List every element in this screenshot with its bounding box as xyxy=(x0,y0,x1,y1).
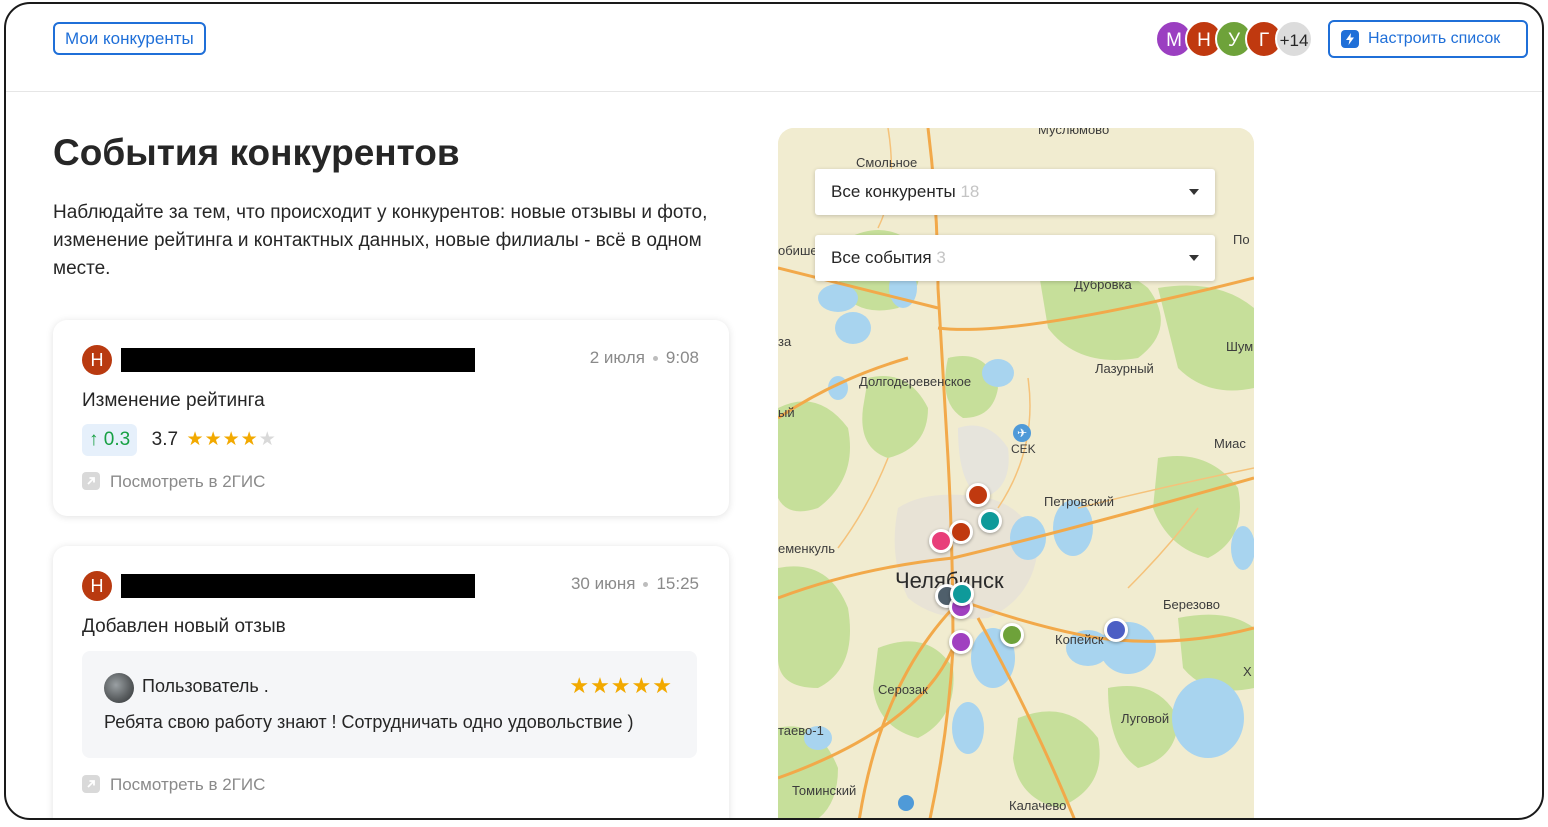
competitor-map-pin[interactable] xyxy=(1104,618,1128,642)
separator-dot xyxy=(652,356,658,362)
rating-delta-value: 0.3 xyxy=(103,429,131,450)
view-in-2gis-link[interactable]: Посмотреть в 2ГИС xyxy=(82,472,265,492)
my-competitors-button[interactable]: Мои конкуренты xyxy=(53,22,206,55)
event-date: 30 июня xyxy=(570,574,636,593)
competitors-filter-select[interactable]: Все конкуренты 18 xyxy=(815,169,1215,215)
separator-dot xyxy=(643,582,649,588)
competitors-map[interactable]: Муслюмово Смольное Дубровка обише По за … xyxy=(778,128,1254,818)
redacted-competitor-name xyxy=(121,574,475,598)
bus-stop-icon xyxy=(898,795,914,811)
redacted-competitor-name xyxy=(121,348,475,372)
competitor-map-pin[interactable] xyxy=(950,582,974,606)
view-in-2gis-label: Посмотреть в 2ГИС xyxy=(110,472,266,491)
event-card[interactable]: Н 2 июля 9:08 Изменение рейтинга ↑ 0.3 3.… xyxy=(53,320,729,516)
competitor-map-pin[interactable] xyxy=(1000,623,1024,647)
map-label: Калачево xyxy=(1009,798,1067,813)
review-preview: Пользователь . ★★★★★ Ребята свою работу … xyxy=(82,651,697,758)
map-label: еменкуль xyxy=(778,541,835,556)
view-in-2gis-label: Посмотреть в 2ГИС xyxy=(110,775,266,794)
avatars-more-badge[interactable]: +14 xyxy=(1275,20,1313,58)
event-date: 2 июля xyxy=(589,348,645,367)
map-label: ый xyxy=(778,405,795,420)
event-time: 15:25 xyxy=(656,574,699,593)
star-icon: ★ xyxy=(569,673,591,698)
star-icon: ★ xyxy=(186,429,205,450)
review-text: Ребята свою работу знают ! Сотрудничать … xyxy=(104,712,634,732)
reviewer-avatar xyxy=(104,673,134,703)
map-label: Березово xyxy=(1163,597,1220,612)
page-description: Наблюдайте за тем, что происходит у конк… xyxy=(53,202,708,279)
map-label: Смольное xyxy=(856,155,918,170)
competitor-avatar: Н xyxy=(82,345,112,375)
competitor-map-pin[interactable] xyxy=(949,630,973,654)
map-label: Копейск xyxy=(1055,632,1104,647)
competitor-map-pin[interactable] xyxy=(929,529,953,553)
competitor-map-pin[interactable] xyxy=(966,483,990,507)
event-time: 9:08 xyxy=(665,348,699,367)
map-label: Муслюмово xyxy=(1038,128,1110,137)
map-label: Шум xyxy=(1226,339,1254,354)
map-label: Петровский xyxy=(1044,494,1115,509)
setup-list-button[interactable]: Настроить список xyxy=(1328,20,1528,58)
map-label: CEK xyxy=(1011,442,1036,456)
rating-delta-badge: ↑ 0.3 xyxy=(82,424,138,456)
map-label: за xyxy=(778,334,792,349)
page-title: События конкурентов xyxy=(53,132,460,173)
map-label: Серозак xyxy=(878,682,928,697)
star-icon: ★ xyxy=(631,673,653,698)
map-label: Х xyxy=(1243,664,1252,679)
star-empty-icon: ★ xyxy=(258,429,277,450)
external-link-icon xyxy=(82,472,100,490)
map-base xyxy=(778,128,1254,818)
external-link-icon xyxy=(82,775,100,793)
map-label: Томинский xyxy=(792,783,857,798)
competitor-avatar: Н xyxy=(82,571,112,601)
app-frame: Мои конкуренты М Н У Г +14 Настроить спи… xyxy=(4,2,1544,820)
star-icon: ★ xyxy=(652,673,673,698)
review-stars: ★★★★★ xyxy=(569,673,673,699)
map-label: обише xyxy=(778,243,818,258)
map-label: таево-1 xyxy=(778,723,824,738)
competitor-avatars[interactable]: М Н У Г +14 xyxy=(1155,20,1325,58)
star-icon: ★ xyxy=(222,429,241,450)
star-icon: ★ xyxy=(610,673,632,698)
map-label: Луговой xyxy=(1121,711,1170,726)
map-label: Лазурный xyxy=(1095,361,1154,376)
reviewer-name: Пользователь . xyxy=(142,676,269,696)
competitors-filter-count: 18 xyxy=(960,182,980,201)
view-in-2gis-link[interactable]: Посмотреть в 2ГИС xyxy=(82,775,265,795)
chevron-down-icon xyxy=(1189,255,1199,261)
star-icon: ★ xyxy=(204,429,223,450)
events-filter-select[interactable]: Все события 3 xyxy=(815,235,1215,281)
events-filter-count: 3 xyxy=(936,248,946,267)
map-label: Долгодеревенское xyxy=(859,374,972,389)
star-icon: ★ xyxy=(590,673,611,698)
lightning-icon xyxy=(1341,30,1359,48)
rating-change: ↑ 0.3 3.7 ★★★★★ xyxy=(82,424,277,456)
rating-stars: ★★★★★ xyxy=(187,424,277,456)
airport-icon: ✈ xyxy=(1013,424,1031,442)
rating-value: 3.7 xyxy=(151,429,179,450)
event-datetime: 2 июля 9:08 xyxy=(590,348,699,368)
setup-list-label: Настроить список xyxy=(1368,30,1501,47)
events-filter-label: Все события xyxy=(831,248,932,267)
event-title: Изменение рейтинга xyxy=(82,390,265,411)
map-label: Миас xyxy=(1214,436,1246,451)
competitor-map-pin[interactable] xyxy=(978,509,1002,533)
event-title: Добавлен новый отзыв xyxy=(82,616,286,637)
event-card[interactable]: Н 30 июня 15:25 Добавлен новый отзыв Поль… xyxy=(53,546,729,818)
competitors-filter-label: Все конкуренты xyxy=(831,182,956,201)
event-datetime: 30 июня 15:25 xyxy=(571,574,699,594)
map-label: По xyxy=(1233,232,1250,247)
star-icon: ★ xyxy=(240,429,259,450)
arrow-up-icon: ↑ xyxy=(89,429,99,450)
chevron-down-icon xyxy=(1189,189,1199,195)
top-bar: Мои конкуренты М Н У Г +14 Настроить спи… xyxy=(6,4,1542,92)
